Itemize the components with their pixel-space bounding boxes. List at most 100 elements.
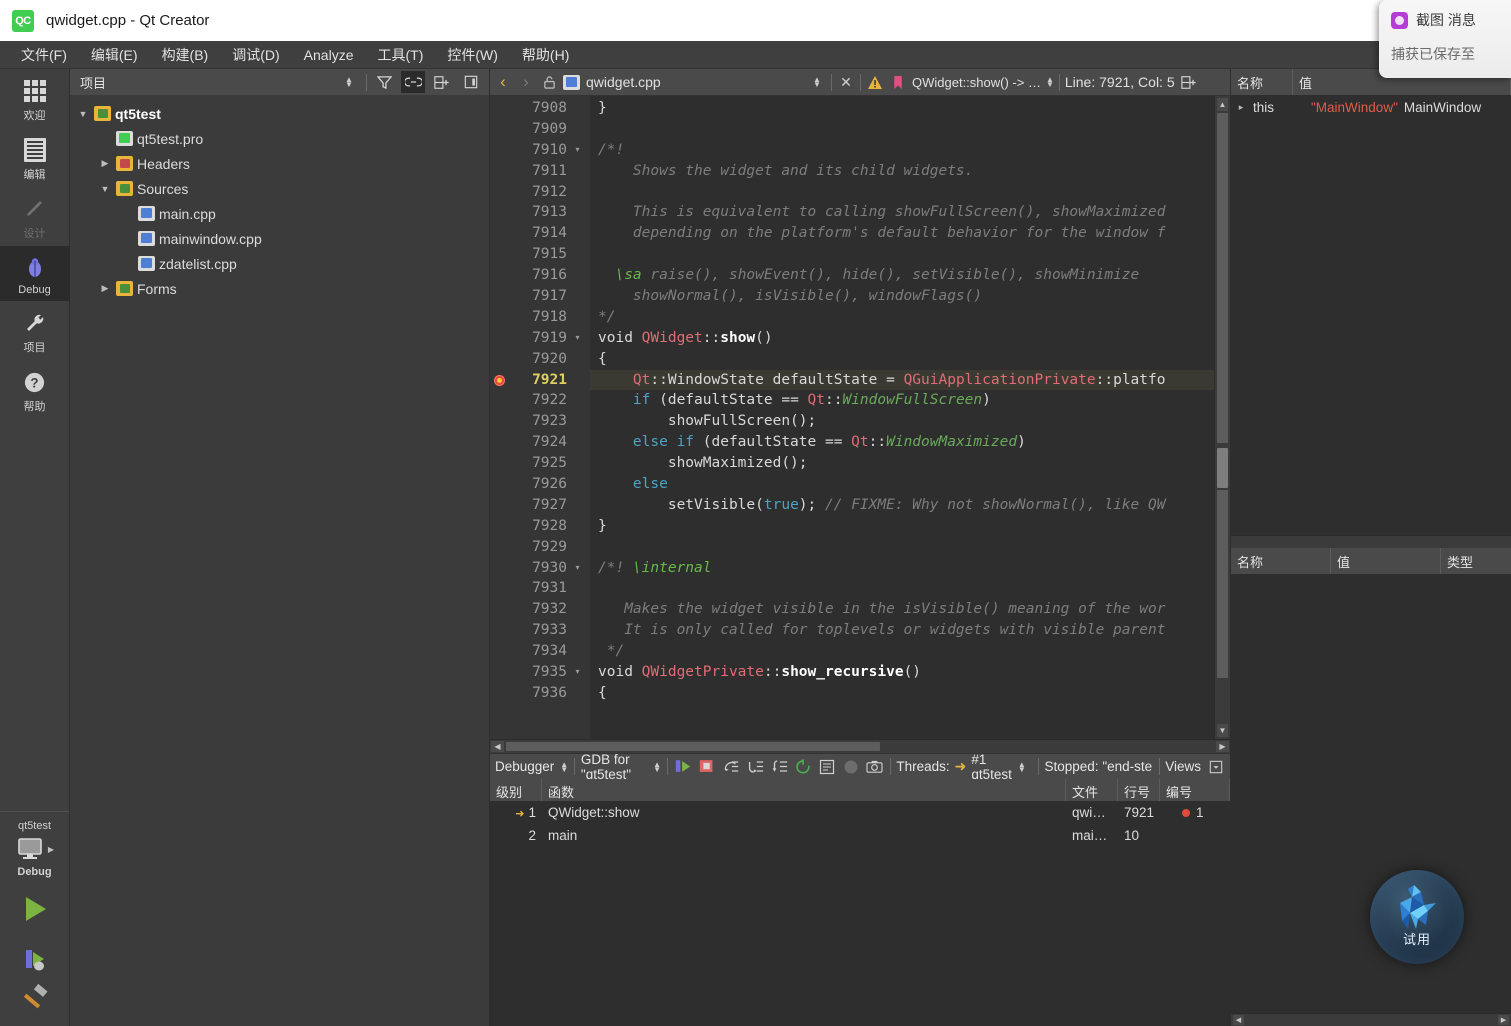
stack-col-header[interactable]: 编号	[1160, 779, 1230, 801]
code-content[interactable]: } /*! Shows the widget and its child widg…	[590, 96, 1214, 739]
locals-view[interactable]: ▸ this "MainWindow" MainWindow	[1231, 95, 1511, 535]
code-line[interactable]: }	[590, 516, 1214, 537]
code-line[interactable]: void QWidgetPrivate::show_recursive()	[590, 662, 1214, 683]
mode-help[interactable]: ? 帮助	[0, 360, 70, 419]
menu-item-5[interactable]: 工具(T)	[366, 42, 434, 68]
chevron-left-icon[interactable]: ‹	[494, 71, 512, 93]
unlocked-icon[interactable]	[540, 71, 558, 93]
code-line[interactable]: showNormal(), isVisible(), windowFlags()	[590, 286, 1214, 307]
fold-toggle-icon[interactable]: ▾	[571, 140, 584, 161]
scroll-left-icon[interactable]: ◀	[491, 741, 504, 752]
watch-col-name[interactable]: 名称	[1231, 547, 1331, 574]
line-number[interactable]: 7924	[490, 432, 590, 453]
run-configuration-selector[interactable]: qt5test ▶ Debug	[0, 811, 69, 878]
code-line[interactable]: /*!	[590, 140, 1214, 161]
chevron-right-icon[interactable]: ›	[517, 71, 535, 93]
code-line[interactable]	[590, 182, 1214, 203]
filter-icon[interactable]	[372, 71, 396, 93]
code-line[interactable]	[590, 537, 1214, 558]
breakpoint-marker-icon[interactable]	[494, 374, 505, 386]
menu-item-7[interactable]: 帮助(H)	[511, 42, 580, 68]
menu-item-2[interactable]: 构建(B)	[151, 42, 220, 68]
screenshot-toast-notification[interactable]: 截图 消息 捕获已保存至	[1379, 0, 1511, 78]
sync-filter-icon[interactable]: ▲ ▼	[337, 71, 361, 93]
snapshot-icon[interactable]	[866, 756, 884, 778]
tree-item[interactable]: zdatelist.cpp	[70, 251, 489, 276]
code-line[interactable]	[590, 119, 1214, 140]
menu-item-3[interactable]: 调试(D)	[221, 42, 290, 68]
locals-col-name[interactable]: 名称	[1231, 69, 1293, 95]
stack-col-header[interactable]: 函数	[542, 779, 1066, 801]
locals-horizontal-scrollbar[interactable]	[1231, 534, 1511, 548]
code-editor[interactable]: 7908 7909 7910 ▾ 7911 7912 7913 7914 7915 7916 791…	[490, 96, 1230, 739]
chevron-right-icon[interactable]: ▶	[98, 158, 112, 169]
line-number[interactable]: 7934	[490, 641, 590, 662]
bookmark-icon[interactable]	[889, 71, 907, 93]
stack-col-header[interactable]: 行号	[1118, 779, 1160, 801]
file-dropdown-icon[interactable]: ▲ ▼	[808, 71, 826, 93]
stack-row[interactable]: 2 main mai… 10	[490, 824, 1230, 847]
watchers-view[interactable]	[1231, 573, 1511, 1013]
line-number[interactable]: 7929	[490, 537, 590, 558]
line-number[interactable]: 7918	[490, 307, 590, 328]
editor-filename[interactable]: qwidget.cpp	[586, 74, 661, 90]
code-line[interactable]: \sa raise(), showEvent(), hide(), setVis…	[590, 265, 1214, 286]
stack-row[interactable]: ➜ 1 QWidget::show qwi… 7921 1	[490, 801, 1230, 824]
line-number[interactable]: 7908	[490, 98, 590, 119]
line-number[interactable]: 7926	[490, 474, 590, 495]
code-line[interactable]: depending on the platform's default beha…	[590, 223, 1214, 244]
line-number[interactable]: 7915	[490, 244, 590, 265]
qt-trial-badge[interactable]: 试用	[1370, 870, 1464, 964]
line-number[interactable]: 7930 ▾	[490, 558, 590, 579]
watch-col-type[interactable]: 类型	[1441, 548, 1511, 574]
editor-horizontal-scrollbar[interactable]: ◀ ▶	[490, 739, 1230, 753]
line-number[interactable]: 7927	[490, 495, 590, 516]
tree-item[interactable]: ▼ Sources	[70, 176, 489, 201]
scroll-thumb-lower[interactable]	[1217, 490, 1228, 678]
link-icon[interactable]	[401, 71, 425, 93]
line-number[interactable]: 7935 ▾	[490, 662, 590, 683]
stop-icon[interactable]	[698, 756, 716, 778]
line-number[interactable]: 7917	[490, 286, 590, 307]
threads-dropdown-icon[interactable]: ▲ ▼	[1018, 760, 1026, 773]
code-line[interactable]: if (defaultState == Qt::WindowFullScreen…	[590, 390, 1214, 411]
scroll-left-icon[interactable]: ◀	[1233, 1015, 1244, 1025]
close-panel-icon[interactable]	[459, 71, 483, 93]
chevron-right-icon[interactable]: ▶	[98, 283, 112, 294]
line-number[interactable]: 7912	[490, 182, 590, 203]
code-line[interactable]: Shows the widget and its child widgets.	[590, 161, 1214, 182]
split-add-icon[interactable]	[430, 71, 454, 93]
line-number[interactable]: 7916	[490, 265, 590, 286]
mode-edit[interactable]: 编辑	[0, 128, 70, 187]
code-line[interactable]: It is only called for toplevels or widge…	[590, 620, 1214, 641]
line-number[interactable]: 7911	[490, 161, 590, 182]
chevron-updown-icon[interactable]: ▲ ▼	[560, 760, 568, 773]
code-line[interactable]: else if (defaultState == Qt::WindowMaxim…	[590, 432, 1214, 453]
scroll-up-icon[interactable]: ▲	[1217, 98, 1228, 111]
close-icon[interactable]: ✕	[837, 71, 855, 93]
line-number[interactable]: 7928	[490, 516, 590, 537]
start-debugging-button[interactable]	[0, 940, 69, 978]
code-line[interactable]: /*! \internal	[590, 558, 1214, 579]
dropdown-box-icon[interactable]	[1207, 756, 1225, 778]
watch-col-value[interactable]: 值	[1331, 547, 1441, 574]
code-line[interactable]: */	[590, 641, 1214, 662]
split-editor-icon[interactable]	[1180, 71, 1198, 93]
tree-item[interactable]: mainwindow.cpp	[70, 226, 489, 251]
code-line[interactable]: setVisible(true); // FIXME: Why not show…	[590, 495, 1214, 516]
continue-icon[interactable]	[674, 756, 692, 778]
restart-icon[interactable]	[794, 756, 812, 778]
line-number[interactable]: 7920	[490, 349, 590, 370]
mode-design[interactable]: 设计	[0, 187, 70, 246]
warning-triangle-icon[interactable]	[866, 71, 884, 93]
symbol-dropdown-icon[interactable]: ▲ ▼	[1046, 76, 1054, 89]
mode-debug[interactable]: Debug	[0, 246, 70, 301]
menu-item-4[interactable]: Analyze	[293, 44, 365, 66]
current-symbol[interactable]: QWidget::show() -> …	[912, 75, 1041, 90]
fold-toggle-icon[interactable]: ▾	[571, 662, 584, 683]
tree-item[interactable]: ▼ qt5test	[70, 101, 489, 126]
expand-arrow-icon[interactable]: ▸	[1235, 102, 1247, 113]
code-line[interactable]: {	[590, 683, 1214, 704]
call-stack-view[interactable]: 级别 函数 文件 行号 编号 ➜ 1 QWidget::show qwi… 7921 1 2 main…	[490, 779, 1230, 1026]
code-line[interactable]: else	[590, 474, 1214, 495]
